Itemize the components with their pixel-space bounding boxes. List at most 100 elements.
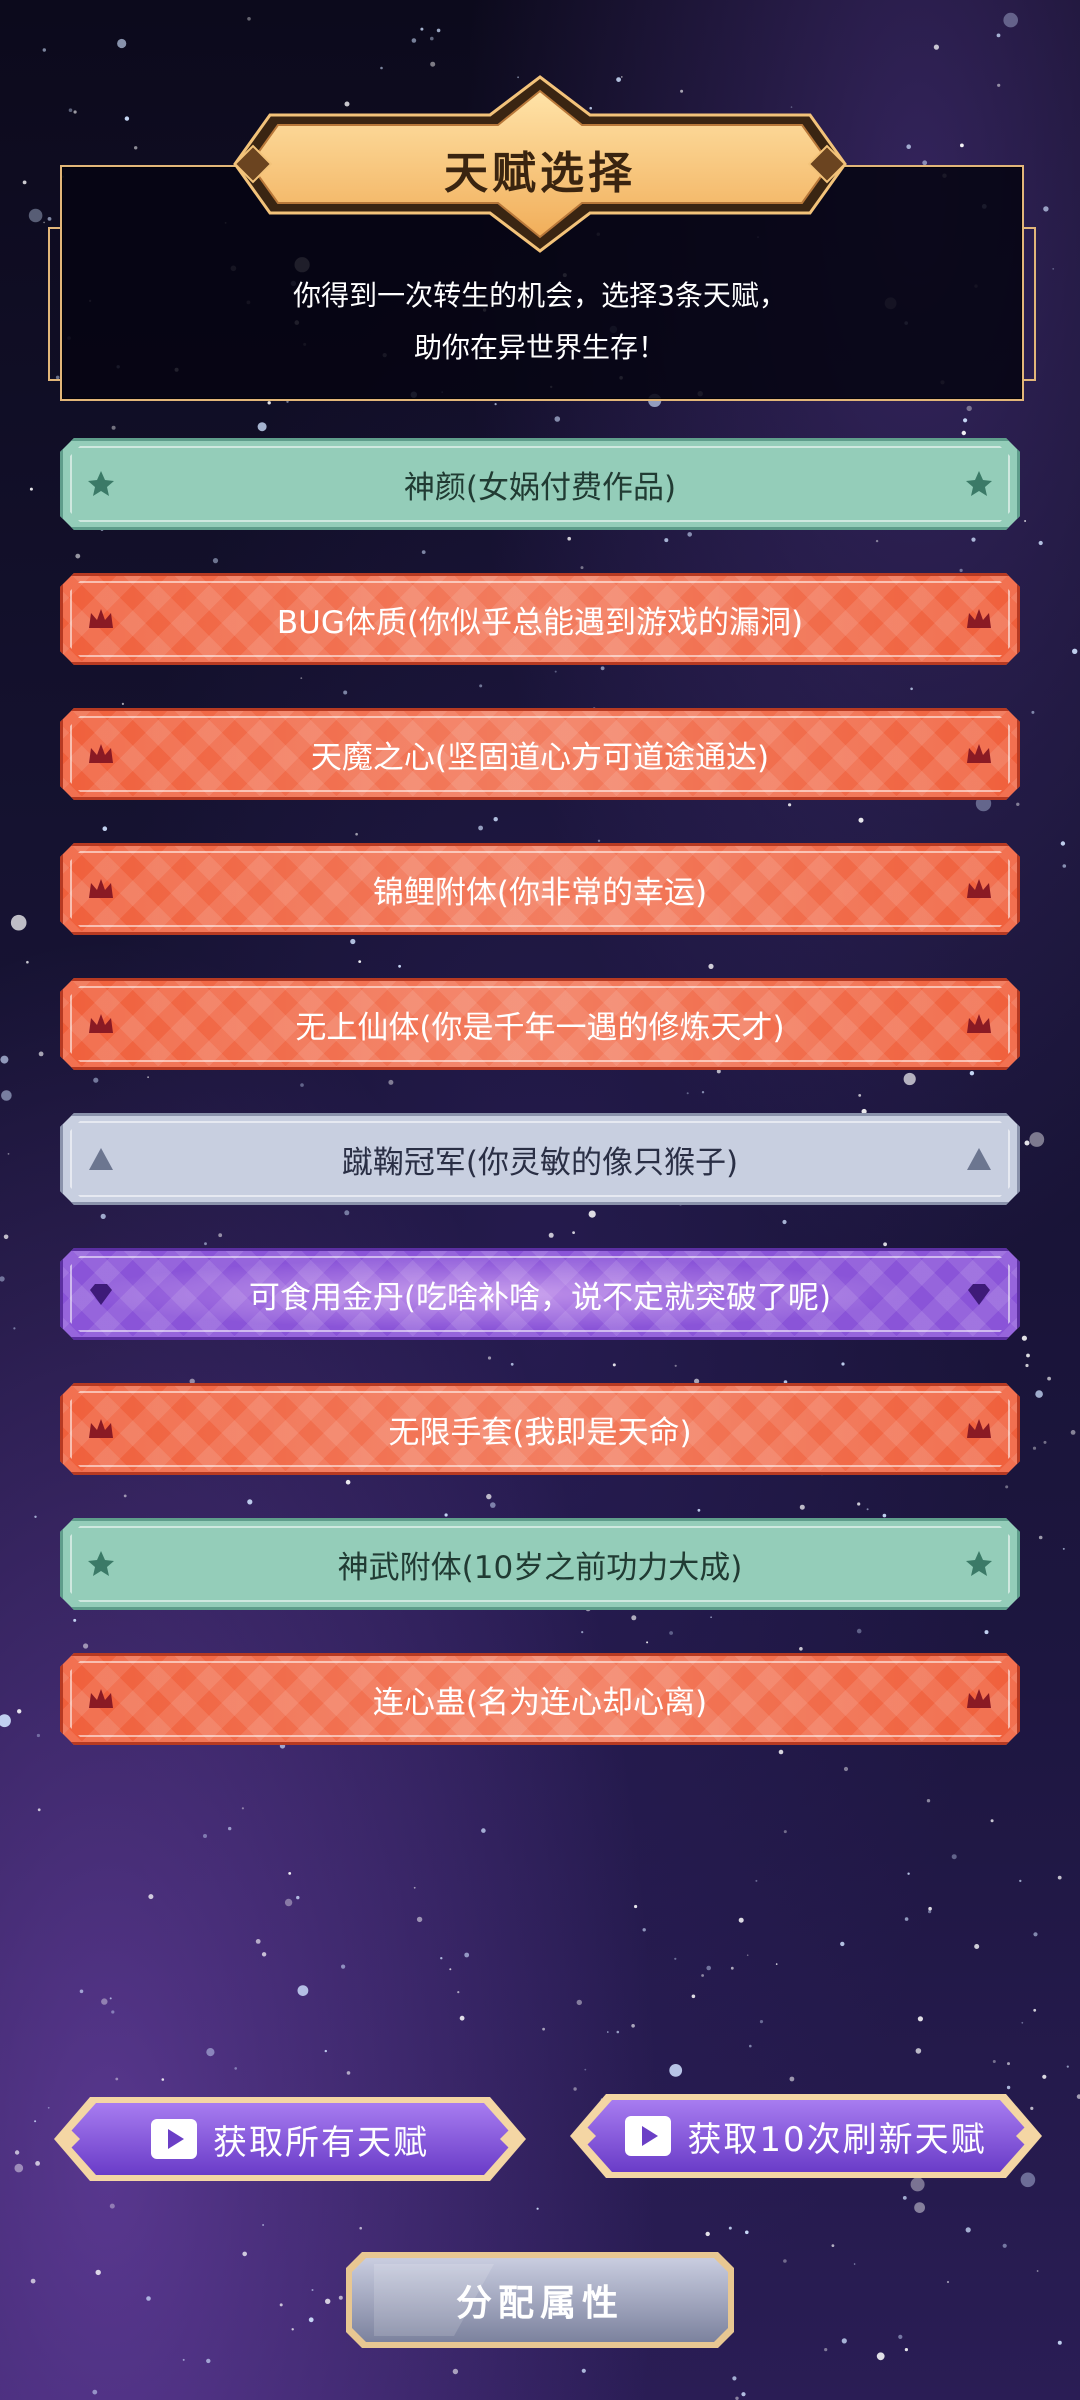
- star: [554, 670, 557, 673]
- star: [984, 1630, 989, 1635]
- talent-item-6[interactable]: 蹴鞠冠军(你灵敏的像只猴子): [60, 1113, 1020, 1205]
- title-plaque: [233, 75, 847, 253]
- star: [10, 914, 27, 931]
- talent-item-1[interactable]: 神颜(女娲付费作品): [60, 438, 1020, 530]
- star: [1047, 1376, 1051, 1381]
- crown-icon: [964, 604, 994, 634]
- star: [915, 2048, 922, 2054]
- star: [92, 2389, 98, 2395]
- star: [992, 2060, 996, 2063]
- star: [961, 430, 966, 436]
- star: [789, 2076, 795, 2082]
- talent-label: 神武附体(10岁之前功力大成): [337, 1549, 743, 1586]
- star: [669, 2064, 683, 2077]
- star: [581, 1631, 584, 1634]
- talent-item-8[interactable]: 无限手套(我即是天命): [60, 1383, 1020, 1475]
- star: [841, 2338, 847, 2344]
- talent-item-3[interactable]: 天魔之心(坚固道心方可道途通达): [60, 708, 1020, 800]
- star: [840, 1941, 845, 1947]
- star: [182, 2358, 185, 2361]
- talent-label: 神颜(女娲付费作品): [403, 469, 677, 506]
- star: [109, 1997, 112, 2000]
- star: [494, 403, 497, 406]
- star: [542, 2027, 545, 2031]
- star: [421, 550, 426, 554]
- star: [1043, 206, 1049, 212]
- star: [580, 566, 584, 570]
- star: [1005, 1485, 1009, 1489]
- star: [1070, 1430, 1076, 1435]
- star: [358, 960, 362, 963]
- star: [1006, 2085, 1011, 2090]
- diamond-icon: [964, 1279, 994, 1309]
- star: [687, 532, 692, 537]
- star: [464, 1952, 470, 1958]
- star: [134, 146, 138, 150]
- star: [716, 1069, 721, 1074]
- star: [883, 1242, 887, 1247]
- star: [359, 2226, 363, 2230]
- star: [788, 803, 792, 807]
- star: [440, 1957, 443, 1960]
- star: [73, 1618, 77, 1622]
- intro-line-2: 助你在异世界生存！: [413, 331, 666, 364]
- star: [479, 684, 483, 688]
- star: [876, 2352, 885, 2361]
- star: [35, 2161, 40, 2166]
- star: [928, 1910, 932, 1914]
- star: [1031, 710, 1035, 714]
- star: [730, 1966, 734, 1970]
- assign-attributes-button[interactable]: 分配属性: [344, 2250, 736, 2350]
- get-10-refresh-button[interactable]: 获取10次刷新天赋: [566, 2090, 1046, 2182]
- star: [308, 2317, 314, 2323]
- talent-label: 天魔之心(坚固道心方可道途通达): [310, 739, 770, 776]
- star: [738, 1917, 744, 1923]
- video-play-icon: [151, 2119, 197, 2159]
- talent-label: BUG体质(你似乎总能遇到游戏的漏洞): [276, 604, 804, 641]
- star: [242, 2251, 247, 2257]
- video-play-icon: [625, 2116, 672, 2156]
- crown-icon: [964, 874, 994, 904]
- star: [430, 61, 436, 67]
- star: [951, 1854, 957, 1860]
- talent-item-7[interactable]: 可食用金丹(吃啥补啥，说不定就突破了呢): [60, 1248, 1020, 1340]
- star: [799, 1504, 805, 1510]
- star: [971, 537, 976, 542]
- star: [420, 27, 424, 31]
- talent-label: 无限手套(我即是天命): [388, 1414, 692, 1451]
- star: [841, 1362, 845, 1366]
- star: [73, 110, 77, 114]
- star: [1072, 648, 1078, 654]
- talent-item-2[interactable]: BUG体质(你似乎总能遇到游戏的漏洞): [60, 573, 1020, 665]
- star: [257, 422, 267, 432]
- star: [261, 1952, 267, 1957]
- star: [843, 1766, 849, 1772]
- star: [117, 38, 127, 49]
- star: [380, 66, 383, 70]
- star: [109, 2203, 115, 2209]
- star: [866, 1508, 869, 1511]
- talent-label: 连心蛊(名为连心却心离): [372, 1684, 708, 1721]
- star: [778, 1749, 784, 1755]
- star: [799, 1647, 803, 1651]
- star: [906, 144, 911, 149]
- star: [1036, 2270, 1039, 2272]
- get-all-talents-button[interactable]: 获取所有天赋: [50, 2093, 530, 2185]
- star: [37, 1808, 41, 1812]
- star: [247, 17, 251, 21]
- star: [111, 2010, 115, 2014]
- talent-item-10[interactable]: 连心蛊(名为连心却心离): [60, 1653, 1020, 1745]
- star: [1038, 1535, 1043, 1540]
- star: [478, 825, 483, 831]
- star: [1062, 864, 1067, 868]
- star: [486, 1493, 492, 1500]
- star: [300, 677, 303, 679]
- crown-icon: [964, 739, 994, 769]
- talent-item-5[interactable]: 无上仙体(你是千年一遇的修炼天才): [60, 978, 1020, 1070]
- talent-item-4[interactable]: 锦鲤附体(你非常的幸运): [60, 843, 1020, 935]
- talent-item-9[interactable]: 神武附体(10岁之前功力大成): [60, 1518, 1020, 1610]
- star: [990, 1819, 994, 1823]
- star: [388, 1079, 394, 1085]
- star: [95, 2269, 101, 2276]
- star: [212, 558, 219, 564]
